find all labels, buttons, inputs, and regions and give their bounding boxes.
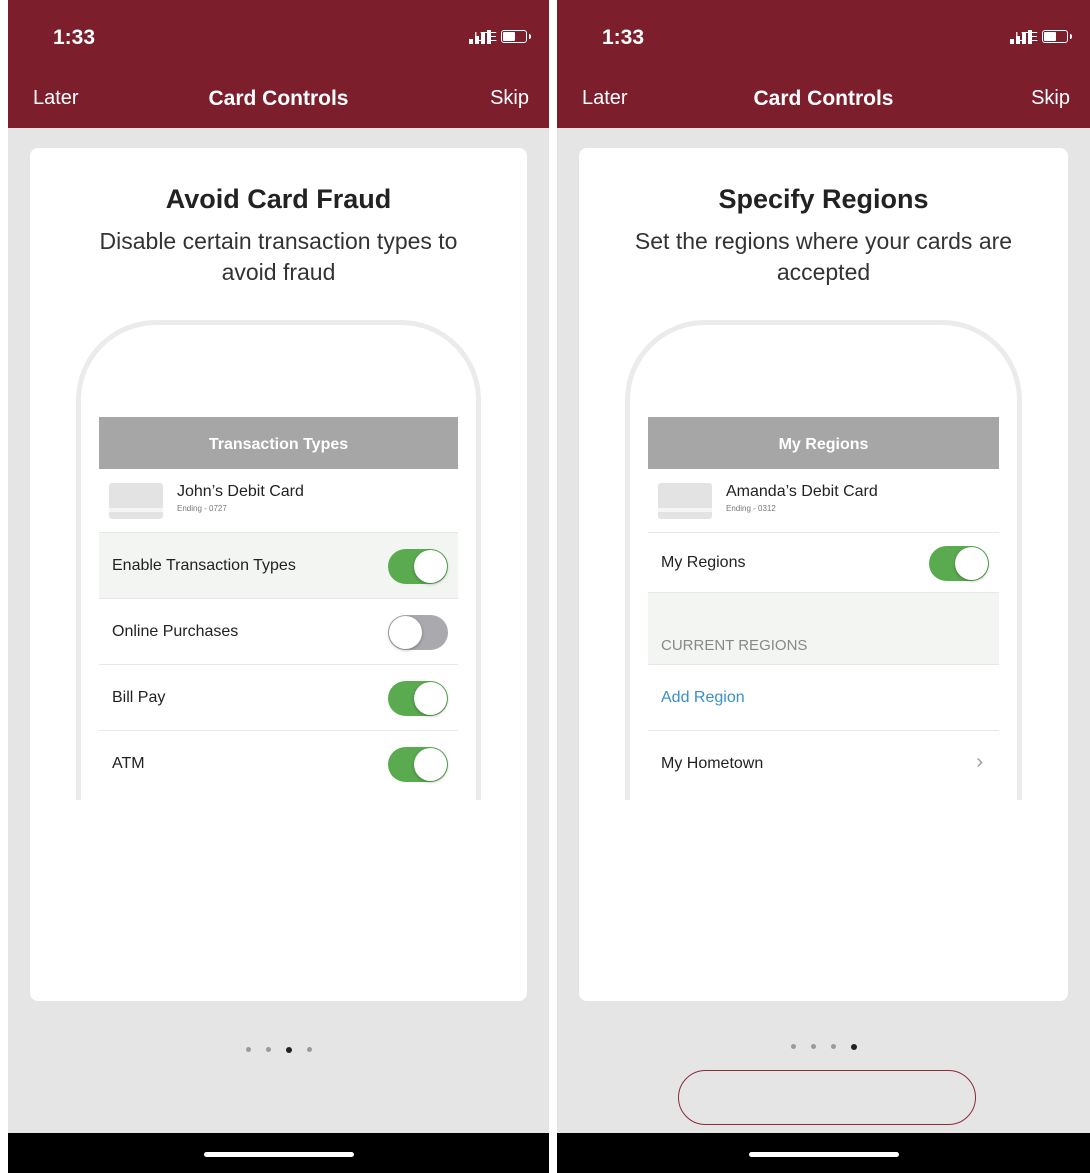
- phone-mockup: Transaction Types John’s Debit Card Endi…: [76, 320, 481, 800]
- mockup-row-region-item: My Hometown ›: [648, 731, 999, 797]
- status-time: 1:33: [602, 26, 645, 49]
- toggle-switch-on: [929, 546, 989, 581]
- mockup-card-row: Amanda’s Debit Card Ending - 0312: [648, 469, 999, 533]
- phone-mockup-screen: Transaction Types John’s Debit Card Endi…: [99, 417, 458, 797]
- toggle-switch-off: [388, 615, 448, 650]
- page-title: Avoid Card Fraud: [165, 184, 392, 214]
- mockup-header: My Regions: [648, 417, 999, 469]
- mockup-card-name: John’s Debit Card: [177, 483, 304, 500]
- phone-mockup-screen: My Regions Amanda’s Debit Card Ending - …: [648, 417, 999, 797]
- page-dot[interactable]: [265, 1047, 271, 1052]
- network-label: LTE: [1015, 29, 1038, 44]
- onboarding-card: Specify Regions Set the regions where yo…: [579, 148, 1068, 1001]
- onboarding-card: Avoid Card Fraud Disable certain transac…: [30, 148, 527, 1001]
- mockup-add-region-link: Add Region: [661, 689, 745, 706]
- status-time: 1:33: [53, 26, 96, 49]
- page-dot[interactable]: [245, 1047, 251, 1052]
- battery-icon: [1042, 30, 1072, 43]
- network-label: LTE: [474, 29, 497, 44]
- card-thumbnail-icon: [109, 483, 163, 519]
- mockup-row-label: Bill Pay: [112, 689, 166, 706]
- home-indicator-bar: [8, 1133, 549, 1173]
- chevron-right-icon: ›: [976, 751, 983, 773]
- mockup-row-atm: ATM: [99, 731, 458, 797]
- page-dot[interactable]: [790, 1044, 796, 1049]
- page-indicator[interactable]: [557, 1044, 1090, 1050]
- toggle-switch-on: [388, 747, 448, 782]
- page-subtitle: Disable certain transaction types to avo…: [99, 228, 458, 285]
- home-indicator[interactable]: [748, 1152, 899, 1157]
- mockup-card-ending: Ending - 0727: [177, 504, 227, 513]
- nav-title: Card Controls: [753, 87, 894, 110]
- screen-specify-regions: 1:33 LTE Later Card Controls Skip Specif…: [557, 0, 1090, 1173]
- mockup-section-label: CURRENT REGIONS: [661, 637, 808, 654]
- toggle-switch-on: [388, 549, 448, 584]
- mockup-row-online-purchases: Online Purchases: [99, 599, 458, 665]
- home-indicator-bar: [557, 1133, 1090, 1173]
- mockup-card-ending: Ending - 0312: [726, 504, 776, 513]
- home-indicator[interactable]: [203, 1152, 354, 1157]
- page-dot-active[interactable]: [285, 1047, 292, 1053]
- mockup-row-label: Online Purchases: [112, 623, 239, 640]
- status-bar: 1:33 LTE: [557, 0, 1090, 75]
- page-dot[interactable]: [830, 1044, 836, 1049]
- screen-avoid-card-fraud: 1:33 LTE Later Card Controls Skip Avoid …: [8, 0, 549, 1173]
- mockup-header: Transaction Types: [99, 417, 458, 469]
- network-indicator: LTE: [474, 29, 531, 44]
- mockup-row-my-regions: My Regions: [648, 533, 999, 593]
- page-subtitle: Set the regions where your cards are acc…: [634, 228, 1013, 285]
- phone-mockup: My Regions Amanda’s Debit Card Ending - …: [625, 320, 1022, 800]
- skip-button[interactable]: Skip: [1031, 87, 1070, 110]
- toggle-switch-on: [388, 681, 448, 716]
- skip-button[interactable]: Skip: [490, 87, 529, 110]
- mockup-row-add-region: Add Region: [648, 665, 999, 731]
- mockup-row-enable-transaction-types: Enable Transaction Types: [99, 533, 458, 599]
- page-dot-active[interactable]: [850, 1044, 857, 1050]
- mockup-row-label: ATM: [112, 755, 145, 772]
- network-indicator: LTE: [1015, 29, 1072, 44]
- card-thumbnail-icon: [658, 483, 712, 519]
- page-dot[interactable]: [810, 1044, 816, 1049]
- page-indicator[interactable]: [8, 1047, 549, 1053]
- battery-icon: [501, 30, 531, 43]
- status-bar: 1:33 LTE: [8, 0, 549, 75]
- mockup-card-row: John’s Debit Card Ending - 0727: [99, 469, 458, 533]
- page-dot[interactable]: [306, 1047, 312, 1052]
- page-title: Specify Regions: [718, 184, 929, 214]
- mockup-card-name: Amanda’s Debit Card: [726, 483, 878, 500]
- mockup-row-label: My Hometown: [661, 755, 764, 772]
- mockup-row-bill-pay: Bill Pay: [99, 665, 458, 731]
- nav-bar: Later Card Controls Skip: [8, 75, 549, 128]
- get-started-button[interactable]: [678, 1070, 976, 1125]
- nav-title: Card Controls: [208, 87, 349, 110]
- nav-bar: Later Card Controls Skip: [557, 75, 1090, 128]
- mockup-row-label: My Regions: [661, 554, 746, 571]
- mockup-row-label: Enable Transaction Types: [112, 557, 296, 574]
- mockup-section-header: CURRENT REGIONS: [648, 593, 999, 665]
